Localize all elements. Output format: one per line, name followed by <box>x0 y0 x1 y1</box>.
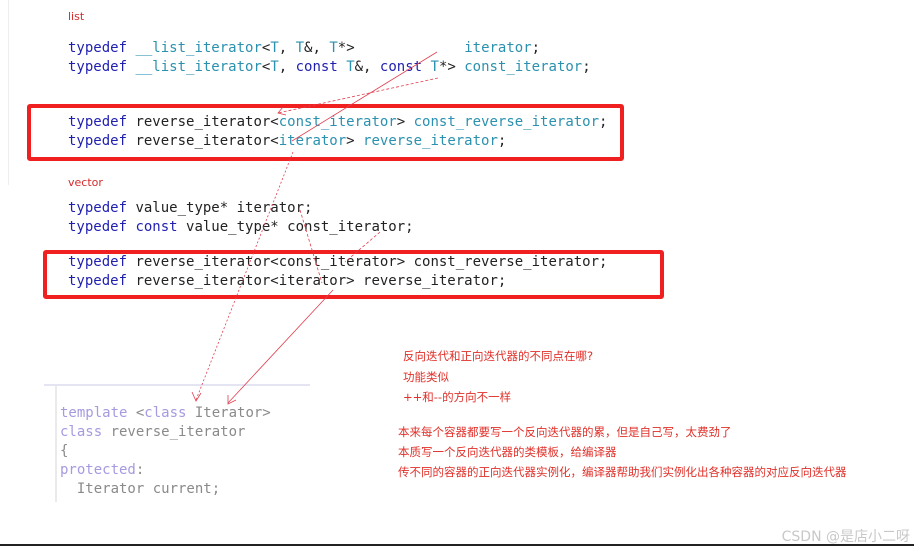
arrowhead-2 <box>191 391 202 402</box>
arrowhead-1 <box>277 106 287 116</box>
arrow-list-to-template <box>195 151 294 401</box>
arrow-vector-to-template <box>227 289 334 404</box>
arrow-const-iterator-to-list-reverse <box>277 77 439 114</box>
annotation-arrows <box>191 51 439 405</box>
arrow-iterator-to-list-reverse <box>291 51 438 142</box>
arrow-vector-iter <box>299 209 323 284</box>
arrow-vector-const <box>344 231 381 263</box>
arrowhead-3 <box>227 395 237 405</box>
